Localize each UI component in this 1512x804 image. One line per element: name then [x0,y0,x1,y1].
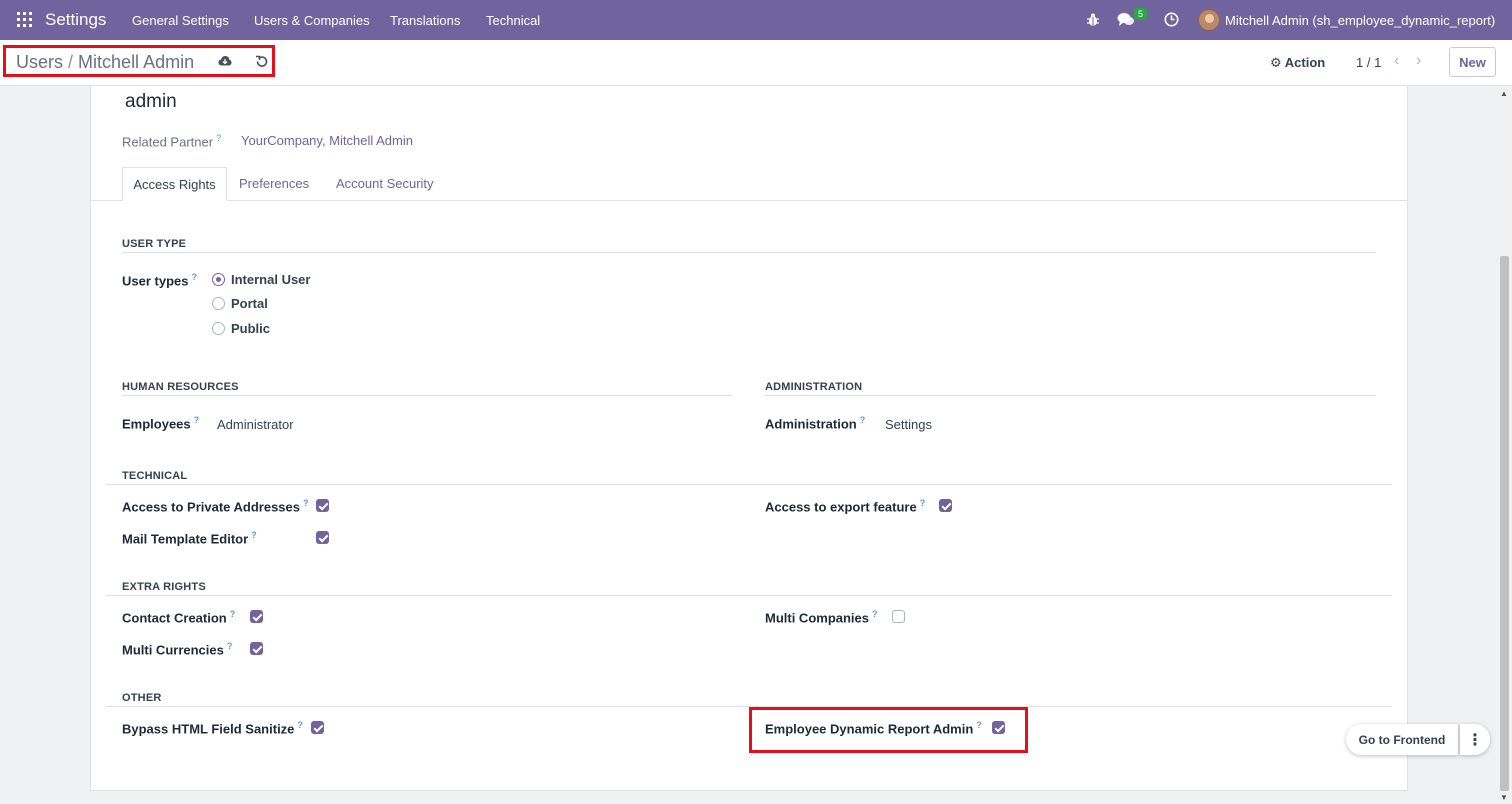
section-divider [122,252,1376,253]
mail-template-editor-label: Mail Template Editor? [122,530,257,547]
employees-select[interactable]: Administrator [217,417,294,432]
contact-creation-label: Contact Creation? [122,609,236,626]
action-menu-button[interactable]: ⚙ Action [1270,55,1325,71]
multi-companies-checkbox[interactable] [892,610,905,623]
user-login-field[interactable]: admin [125,91,177,113]
scrollbar-thumb[interactable] [1500,256,1509,791]
discard-undo-icon[interactable] [255,55,268,68]
section-human-resources: HUMAN RESOURCES [122,381,239,393]
bug-icon[interactable] [1086,12,1100,27]
form-sheet [90,86,1408,791]
export-feature-label: Access to export feature? [765,498,926,515]
menu-general-settings[interactable]: General Settings [132,13,229,28]
help-tooltip-icon[interactable]: ? [230,609,236,619]
radio-internal-user[interactable] [212,273,225,286]
private-addresses-checkbox[interactable] [316,499,329,512]
multi-companies-label: Multi Companies? [765,609,878,626]
section-user-type: USER TYPE [122,238,187,250]
breadcrumb-parent[interactable]: Users [16,52,63,72]
new-record-button[interactable]: New [1449,47,1496,77]
app-title[interactable]: Settings [45,10,106,30]
top-navbar: Settings General Settings Users & Compan… [0,0,1512,40]
administration-label: Administration? [765,415,866,432]
private-addresses-label: Access to Private Addresses? [122,498,309,515]
breadcrumb-current: Mitchell Admin [78,52,195,72]
section-divider [122,395,733,396]
help-tooltip-icon[interactable]: ? [227,641,233,651]
help-tooltip-icon[interactable]: ? [194,415,200,425]
related-partner-label: Related Partner? [122,133,222,150]
action-label: Action [1284,55,1326,70]
scroll-up-arrow-icon[interactable]: ▲ [1500,89,1508,98]
control-panel: Users / Mitchell Admin ⚙ Action 1 / 1 ‹ … [0,40,1512,86]
employees-label: Employees? [122,415,200,432]
export-feature-checkbox[interactable] [939,499,952,512]
section-divider [106,595,1392,596]
section-extra-rights: EXTRA RIGHTS [122,581,206,593]
pager-value[interactable]: 1 / 1 [1356,55,1381,70]
radio-label-portal[interactable]: Portal [231,296,268,311]
user-avatar[interactable] [1198,9,1220,31]
breadcrumb-separator: / [68,52,79,72]
chat-count-badge: 5 [1134,8,1148,20]
employee-dynamic-report-admin-label: Employee Dynamic Report Admin? [765,720,982,737]
help-tooltip-icon[interactable]: ? [872,609,878,619]
chat-icon[interactable] [1117,12,1135,27]
help-tooltip-icon[interactable]: ? [297,720,303,730]
tab-account-security[interactable]: Account Security [336,176,434,191]
help-tooltip-icon[interactable]: ? [920,498,926,508]
user-types-label: User types? [122,272,197,289]
help-tooltip-icon[interactable]: ? [303,498,309,508]
help-tooltip-icon[interactable]: ? [216,133,221,143]
section-administration: ADMINISTRATION [765,381,863,393]
administration-select[interactable]: Settings [885,417,932,432]
section-divider [106,484,1392,485]
contact-creation-checkbox[interactable] [250,610,263,623]
multi-currencies-checkbox[interactable] [250,642,263,655]
section-divider [765,395,1376,396]
radio-label-internal-user[interactable]: Internal User [231,272,310,287]
pager-next-icon[interactable]: › [1416,52,1421,70]
section-technical: TECHNICAL [122,470,188,482]
clock-icon[interactable] [1164,12,1179,27]
breadcrumb: Users / Mitchell Admin [16,52,194,73]
help-tooltip-icon[interactable]: ? [251,530,257,540]
user-menu-name[interactable]: Mitchell Admin (sh_employee_dynamic_repo… [1225,13,1495,28]
help-tooltip-icon[interactable]: ? [976,720,982,730]
save-cloud-icon[interactable] [218,55,232,67]
more-options-icon[interactable]: ⋮ [1460,724,1490,755]
mail-template-editor-checkbox[interactable] [316,531,329,544]
radio-portal[interactable] [212,297,225,310]
related-partner-link[interactable]: YourCompany, Mitchell Admin [241,133,413,148]
menu-translations[interactable]: Translations [390,13,460,28]
bypass-html-label: Bypass HTML Field Sanitize? [122,720,303,737]
tab-preferences[interactable]: Preferences [239,176,309,191]
radio-label-public[interactable]: Public [231,321,270,336]
help-tooltip-icon[interactable]: ? [191,272,197,282]
tabs-divider [91,200,1407,201]
help-tooltip-icon[interactable]: ? [860,415,866,425]
multi-currencies-label: Multi Currencies? [122,641,233,658]
pager-previous-icon[interactable]: ‹ [1394,52,1399,70]
bypass-html-checkbox[interactable] [311,721,324,734]
menu-technical[interactable]: Technical [486,13,540,28]
go-to-frontend-button[interactable]: Go to Frontend [1346,724,1458,755]
employee-dynamic-report-admin-checkbox[interactable] [992,721,1005,734]
tab-access-rights[interactable]: Access Rights [122,167,227,201]
radio-public[interactable] [212,322,225,335]
menu-users-companies[interactable]: Users & Companies [254,13,370,28]
scroll-down-arrow-icon[interactable]: ▼ [1500,793,1508,802]
section-other: OTHER [122,692,162,704]
apps-grid-icon[interactable] [17,12,32,27]
gear-icon: ⚙ [1270,55,1282,70]
